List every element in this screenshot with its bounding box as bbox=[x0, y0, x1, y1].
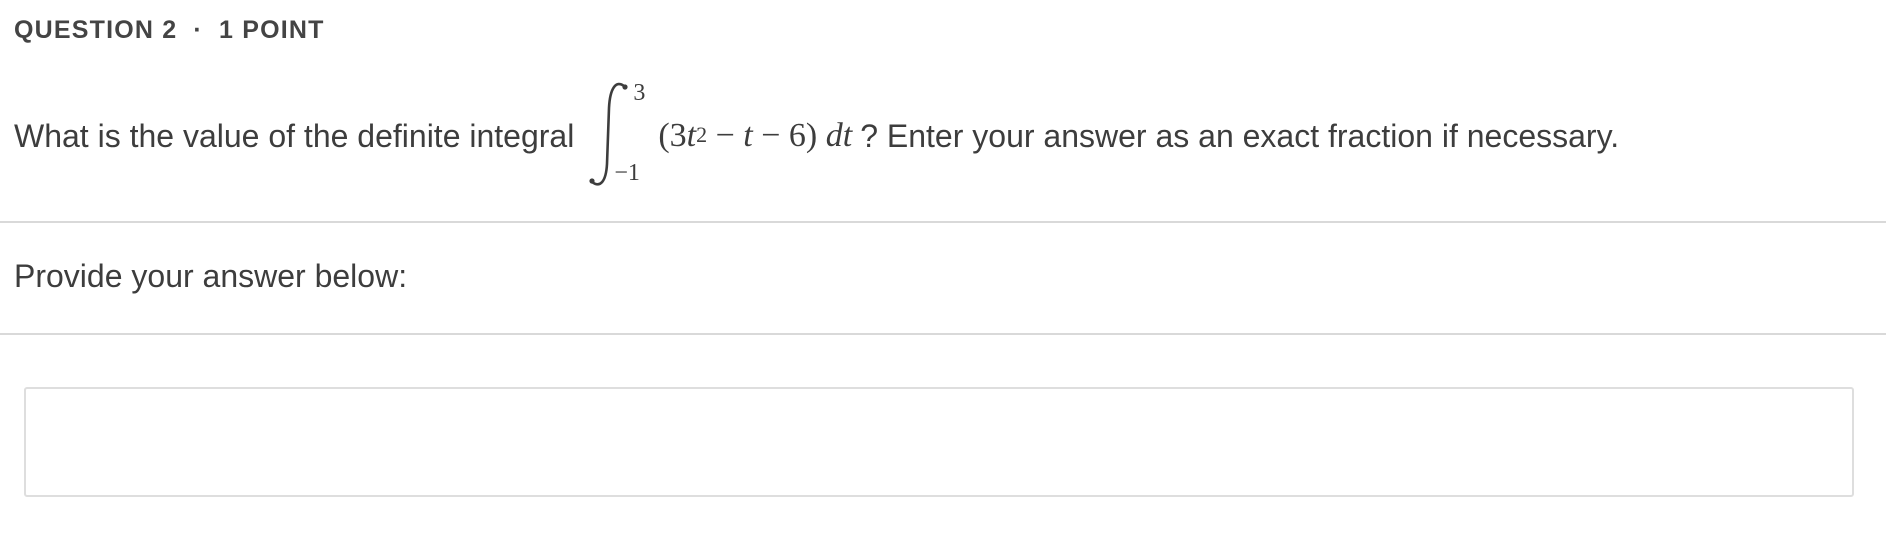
integral-lower-limit: −1 bbox=[614, 160, 640, 186]
integral-upper-limit: 3 bbox=[633, 80, 646, 106]
integrand-rest: − 6) bbox=[752, 117, 826, 154]
integrand-exponent: 2 bbox=[696, 122, 708, 147]
integrand: (3 t 2 − t − 6) dt bbox=[658, 117, 852, 155]
answer-input[interactable] bbox=[24, 387, 1854, 497]
question-points: 1 POINT bbox=[218, 16, 325, 44]
header-separator: · bbox=[193, 16, 203, 44]
integrand-minus: − bbox=[707, 117, 744, 154]
question-number: QUESTION 2 bbox=[14, 16, 178, 44]
question-header: QUESTION 2 · 1 POINT bbox=[14, 16, 325, 45]
integrand-variable-2: t bbox=[743, 117, 753, 154]
section-divider bbox=[0, 333, 1886, 335]
answer-prompt: Provide your answer below: bbox=[14, 258, 408, 294]
integral-expression: 3 −1 (3 t 2 − t − 6) dt bbox=[586, 78, 852, 194]
integral-differential: dt bbox=[825, 117, 853, 154]
integrand-open: (3 bbox=[658, 117, 687, 154]
integral: 3 −1 bbox=[586, 78, 648, 194]
section-divider bbox=[0, 221, 1886, 223]
question-text-after: ? Enter your answer as an exact fraction… bbox=[860, 117, 1620, 154]
question-text-before: What is the value of the definite integr… bbox=[14, 117, 575, 154]
integrand-variable: t bbox=[686, 117, 697, 154]
question-text: What is the value of the definite integr… bbox=[14, 76, 1619, 196]
